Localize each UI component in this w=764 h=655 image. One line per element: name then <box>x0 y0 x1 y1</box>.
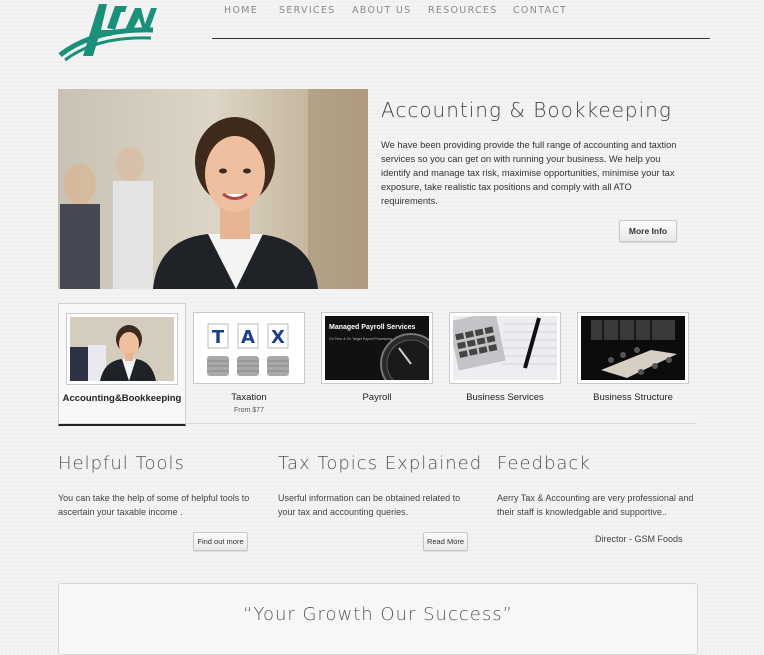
business-services-thumbnail <box>449 312 561 384</box>
main-nav: HOME SERVICES ABOUT US RESOURCES CONTACT <box>212 0 710 39</box>
tab-label-payroll: Payroll <box>362 392 392 403</box>
tagline-box: “Your Growth Our Success” <box>58 583 698 655</box>
section-divider <box>58 423 697 424</box>
tab-label-taxation: Taxation <box>231 392 267 403</box>
tax-letter-x: X <box>271 327 285 348</box>
accounting-thumbnail <box>66 313 178 385</box>
nav-contact[interactable]: CONTACT <box>513 5 567 16</box>
tab-sub-taxation: From $77 <box>234 407 264 414</box>
find-out-more-button[interactable]: Find out more <box>193 532 248 551</box>
hero-title: Accounting & Bookkeeping <box>381 98 672 122</box>
tax-topics-title: Tax Topics Explained <box>278 453 483 474</box>
payroll-thumbnail: Managed Payroll Services On Time & On Ta… <box>321 312 433 384</box>
tab-business-structure[interactable]: Business Structure <box>570 303 696 423</box>
taxation-thumbnail: T A X <box>193 312 305 384</box>
payroll-thumb-subtitle: On Time & On Target Payroll Processing <box>329 337 392 341</box>
helpful-tools-title: Helpful Tools <box>58 453 185 474</box>
tax-topics-text: Userful information can be obtained rela… <box>278 493 461 517</box>
tab-label-business-structure: Business Structure <box>593 392 673 403</box>
feedback-author: Director - GSM Foods <box>595 534 683 544</box>
nav-about-us[interactable]: ABOUT US <box>352 5 412 16</box>
hero-image <box>58 89 368 289</box>
nav-home[interactable]: HOME <box>224 5 258 16</box>
tax-letter-a: A <box>241 327 255 348</box>
more-info-button[interactable]: More Info <box>619 220 677 242</box>
tab-label-business-services: Business Services <box>466 392 544 403</box>
business-structure-thumbnail <box>577 312 689 384</box>
nav-resources[interactable]: RESOURCES <box>428 5 498 16</box>
feedback-text: Aerry Tax & Accounting are very professi… <box>497 493 694 517</box>
nav-services[interactable]: SERVICES <box>279 5 335 16</box>
payroll-thumb-title: Managed Payroll Services <box>329 324 415 331</box>
tab-accounting-bookkeeping[interactable]: Accounting&Bookkeeping <box>58 303 186 426</box>
company-logo[interactable] <box>55 0 160 62</box>
tab-payroll[interactable]: Managed Payroll Services On Time & On Ta… <box>314 303 440 423</box>
helpful-tools-text: You can take the help of some of helpful… <box>58 493 250 517</box>
read-more-button[interactable]: Read More <box>423 532 468 551</box>
hero-description: We have been providing provide the full … <box>381 140 677 206</box>
tab-business-services[interactable]: Business Services <box>442 303 568 423</box>
tab-label-accounting: Accounting&Bookkeeping <box>62 393 182 404</box>
feedback-title: Feedback <box>497 453 591 474</box>
tax-letter-t: T <box>212 327 225 348</box>
tagline-quote: “Your Growth Our Success” <box>243 604 513 625</box>
tab-taxation[interactable]: T A X Taxation From $77 <box>186 303 312 423</box>
